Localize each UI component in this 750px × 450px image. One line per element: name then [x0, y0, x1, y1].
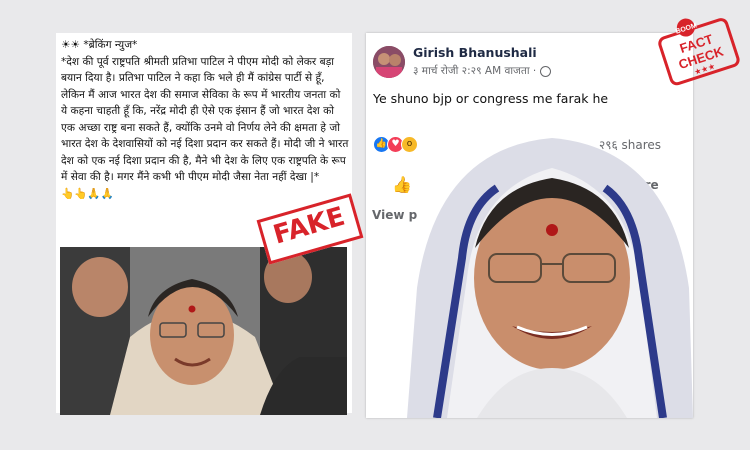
woman-photo-left [60, 247, 347, 415]
viral-message-text: ☀☀ *ब्रेकिंग न्युज* *देश की पूर्व राष्ट्… [61, 37, 349, 202]
globe-icon [539, 65, 551, 77]
viral-message-body: *देश की पूर्व राष्ट्रपति श्रीमती प्रतिभा… [61, 55, 352, 184]
avatar[interactable] [373, 46, 405, 78]
post-text: Ye shuno bjp or congress me farak he [373, 91, 609, 106]
hand-emojis: 👆👆🙏🙏 [61, 187, 114, 200]
fact-check-stamp-icon: BOOM FACT CHECK ★★★ [658, 18, 740, 86]
fact-check-badge: BOOM FACT CHECK ★★★ [652, 14, 744, 89]
viral-photo [60, 247, 347, 415]
post-timestamp[interactable]: ३ मार्च रोजी २:२९ AM वाजता · [413, 64, 551, 78]
post-author-name[interactable]: Girish Bhanushali [413, 45, 537, 60]
breaking-news-header: ☀☀ *ब्रेकिंग न्युज* [61, 39, 138, 51]
real-photo [407, 128, 693, 418]
timestamp-text: ३ मार्च रोजी २:२९ AM वाजता · [413, 65, 540, 77]
woman-photo-right [407, 138, 693, 418]
